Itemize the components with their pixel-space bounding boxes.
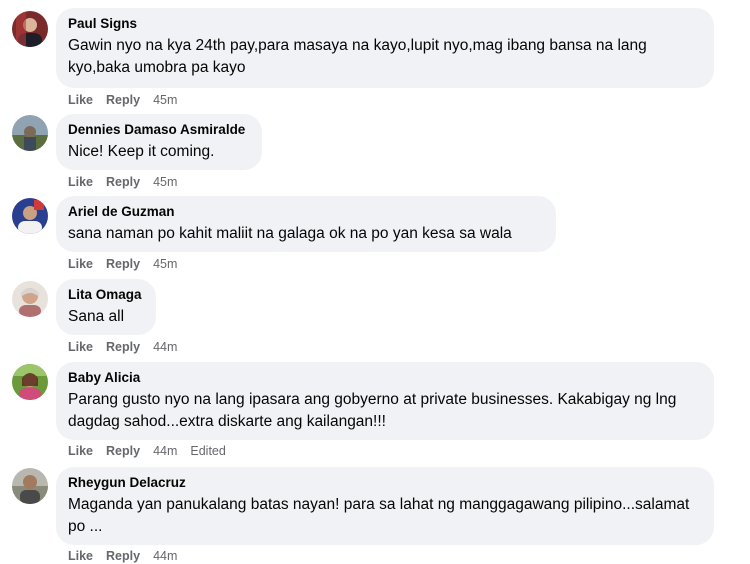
comment-timestamp[interactable]: 44m <box>153 443 177 459</box>
comment-actions: Like Reply 45m <box>68 174 190 190</box>
comment-actions: Like Reply 45m <box>68 256 190 272</box>
avatar[interactable] <box>12 281 48 317</box>
reply-button[interactable]: Reply <box>106 92 140 108</box>
avatar[interactable] <box>12 11 48 47</box>
comment-bubble: Baby Alicia Parang gusto nyo na lang ipa… <box>56 362 714 440</box>
avatar[interactable] <box>12 364 48 400</box>
comment-actions: Like Reply 45m <box>68 92 190 108</box>
comment-actions: Like Reply 44m <box>68 339 190 355</box>
reply-button[interactable]: Reply <box>106 339 140 355</box>
comment-timestamp[interactable]: 45m <box>153 174 177 190</box>
like-button[interactable]: Like <box>68 339 93 355</box>
reply-button[interactable]: Reply <box>106 174 140 190</box>
comment-bubble: Lita Omaga Sana all <box>56 279 156 335</box>
edited-label[interactable]: Edited <box>190 443 225 459</box>
comment-bubble: Dennies Damaso Asmiralde Nice! Keep it c… <box>56 114 262 170</box>
avatar[interactable] <box>12 115 48 151</box>
comment-author[interactable]: Paul Signs <box>68 15 702 33</box>
comment-bubble: Rheygun Delacruz Maganda yan panukalang … <box>56 467 714 545</box>
comment-timestamp[interactable]: 45m <box>153 92 177 108</box>
comment-author[interactable]: Rheygun Delacruz <box>68 474 702 492</box>
comment-text: Sana all <box>68 308 125 325</box>
comment-author[interactable]: Ariel de Guzman <box>68 203 544 221</box>
comment-actions: Like Reply 44m Edited <box>68 443 239 459</box>
comment-author[interactable]: Baby Alicia <box>68 369 702 387</box>
comment-text: sana naman po kahit maliit na galaga ok … <box>68 225 512 242</box>
comment-text: Maganda yan panukalang batas nayan! para… <box>68 496 690 535</box>
comment-author[interactable]: Lita Omaga <box>68 286 144 304</box>
comment-bubble: Ariel de Guzman sana naman po kahit mali… <box>56 196 556 252</box>
like-button[interactable]: Like <box>68 92 93 108</box>
like-button[interactable]: Like <box>68 256 93 272</box>
comment-timestamp[interactable]: 44m <box>153 339 177 355</box>
comment-text: Nice! Keep it coming. <box>68 143 215 160</box>
comment-timestamp[interactable]: 44m <box>153 548 177 564</box>
reply-button[interactable]: Reply <box>106 443 140 459</box>
comment-timestamp[interactable]: 45m <box>153 256 177 272</box>
avatar[interactable] <box>12 198 48 234</box>
comment-actions: Like Reply 44m <box>68 548 190 564</box>
like-button[interactable]: Like <box>68 548 93 564</box>
comment-author[interactable]: Dennies Damaso Asmiralde <box>68 121 250 139</box>
reply-button[interactable]: Reply <box>106 256 140 272</box>
comment-text: Gawin nyo na kya 24th pay,para masaya na… <box>68 37 647 76</box>
like-button[interactable]: Like <box>68 174 93 190</box>
reply-button[interactable]: Reply <box>106 548 140 564</box>
like-button[interactable]: Like <box>68 443 93 459</box>
comment-bubble: Paul Signs Gawin nyo na kya 24th pay,par… <box>56 8 714 88</box>
comment-text: Parang gusto nyo na lang ipasara ang gob… <box>68 391 677 430</box>
avatar[interactable] <box>12 468 48 504</box>
